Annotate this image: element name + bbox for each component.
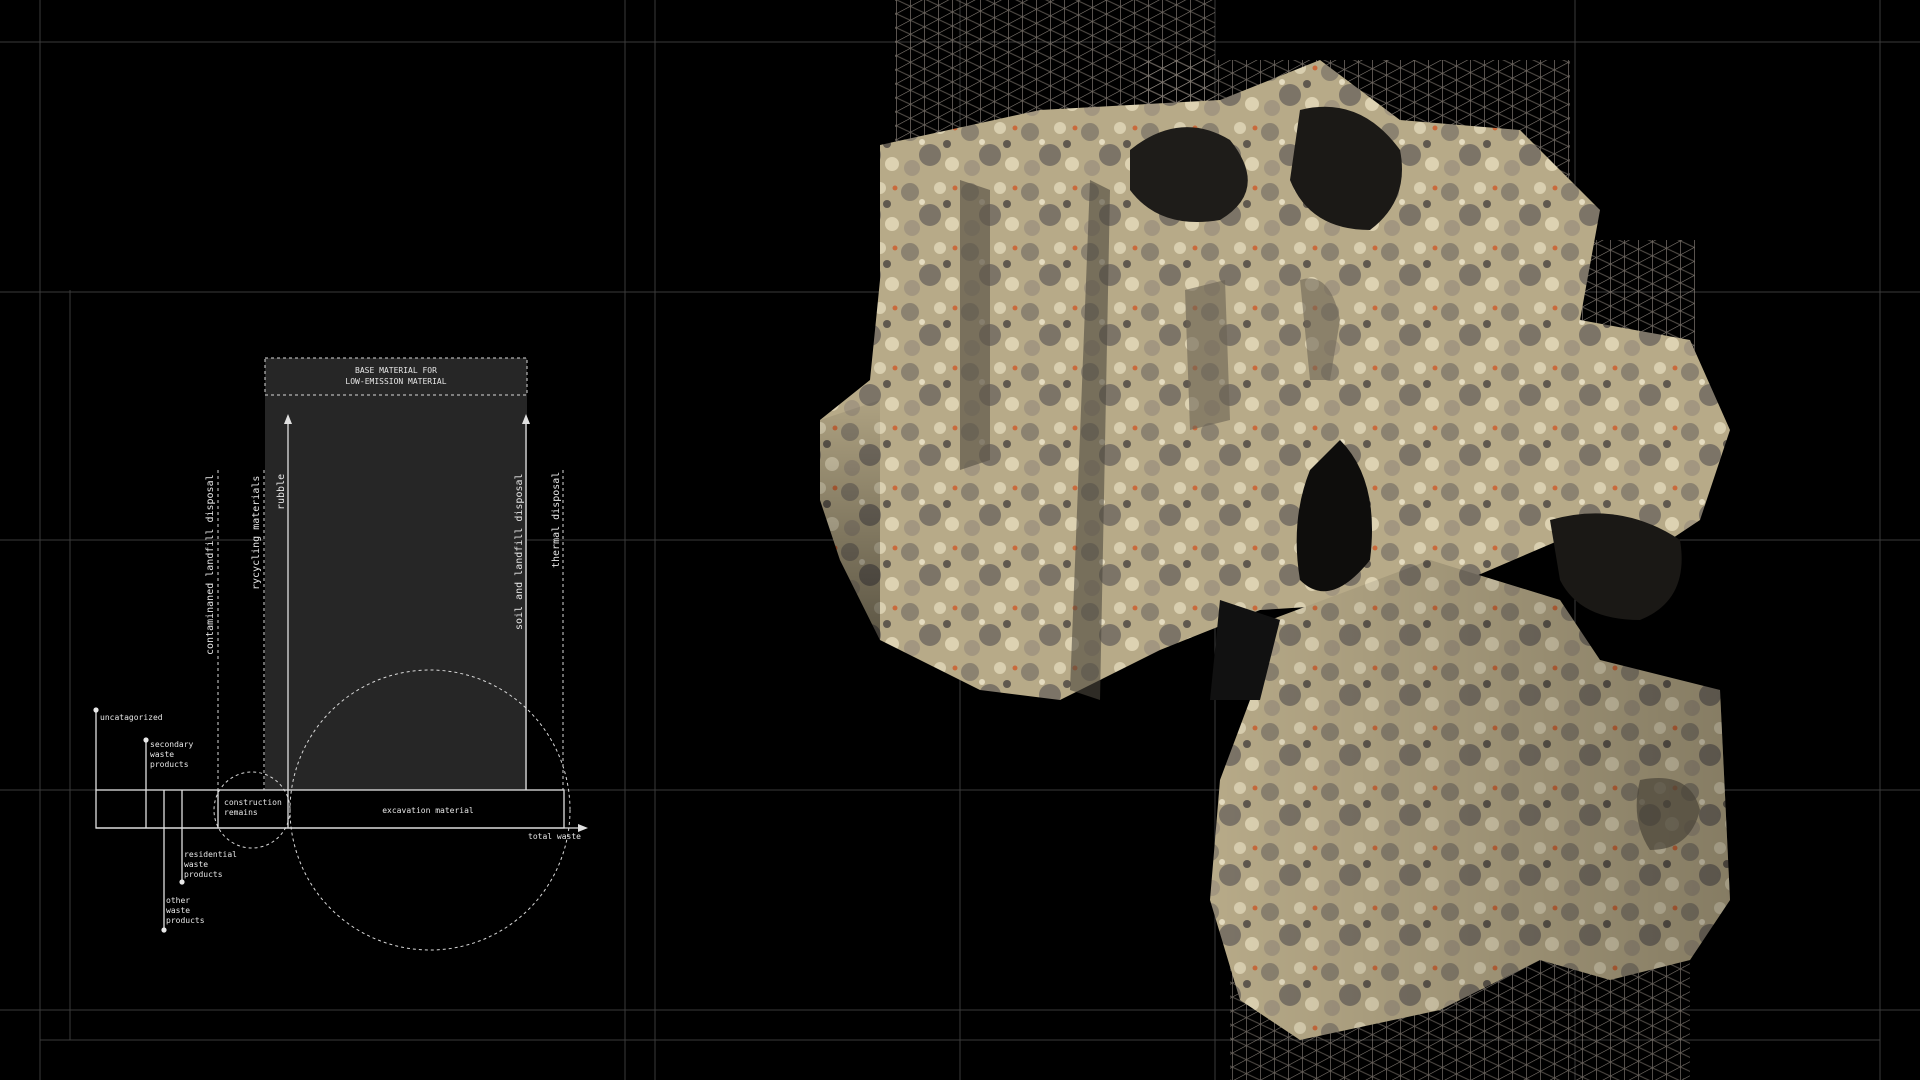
label-uncategorized: uncatagorized bbox=[100, 713, 163, 722]
label-rubble: rubble bbox=[276, 474, 287, 510]
marker-dot bbox=[93, 707, 99, 713]
label-residential-3: products bbox=[184, 870, 223, 879]
label-other-2: waste bbox=[166, 906, 190, 915]
top-box-line1: BASE MATERIAL FOR bbox=[355, 366, 437, 375]
label-secondary-1: secondary bbox=[150, 740, 194, 749]
label-recycling: rycycling materials bbox=[251, 476, 262, 590]
label-secondary-2: waste bbox=[150, 750, 174, 759]
marker-dot bbox=[161, 927, 167, 933]
label-construction-2: remains bbox=[224, 808, 258, 817]
label-excavation: excavation material bbox=[382, 806, 474, 815]
label-soil: soil and landfill disposal bbox=[514, 473, 525, 630]
marker-dot bbox=[179, 879, 185, 885]
stone-sculpture bbox=[820, 60, 1730, 1040]
arrow-right-icon bbox=[578, 824, 588, 832]
waste-diagram: BASE MATERIAL FOR LOW-EMISSION MATERIAL … bbox=[93, 357, 588, 951]
label-contaminated: contaminaned landfill disposal bbox=[205, 474, 216, 655]
label-secondary-3: products bbox=[150, 760, 189, 769]
label-other-1: other bbox=[166, 896, 190, 905]
total-waste-bar bbox=[95, 789, 565, 829]
low-emission-panel bbox=[265, 358, 527, 790]
label-other-3: products bbox=[166, 916, 205, 925]
label-residential-1: residential bbox=[184, 850, 237, 859]
top-box-line2: LOW-EMISSION MATERIAL bbox=[345, 377, 446, 386]
marker-dot bbox=[143, 737, 149, 743]
label-thermal: thermal disposal bbox=[551, 472, 562, 568]
label-construction-1: construction bbox=[224, 798, 282, 807]
diagram-canvas: BASE MATERIAL FOR LOW-EMISSION MATERIAL … bbox=[0, 0, 1920, 1080]
label-total-waste: total waste bbox=[528, 832, 581, 841]
label-residential-2: waste bbox=[184, 860, 208, 869]
